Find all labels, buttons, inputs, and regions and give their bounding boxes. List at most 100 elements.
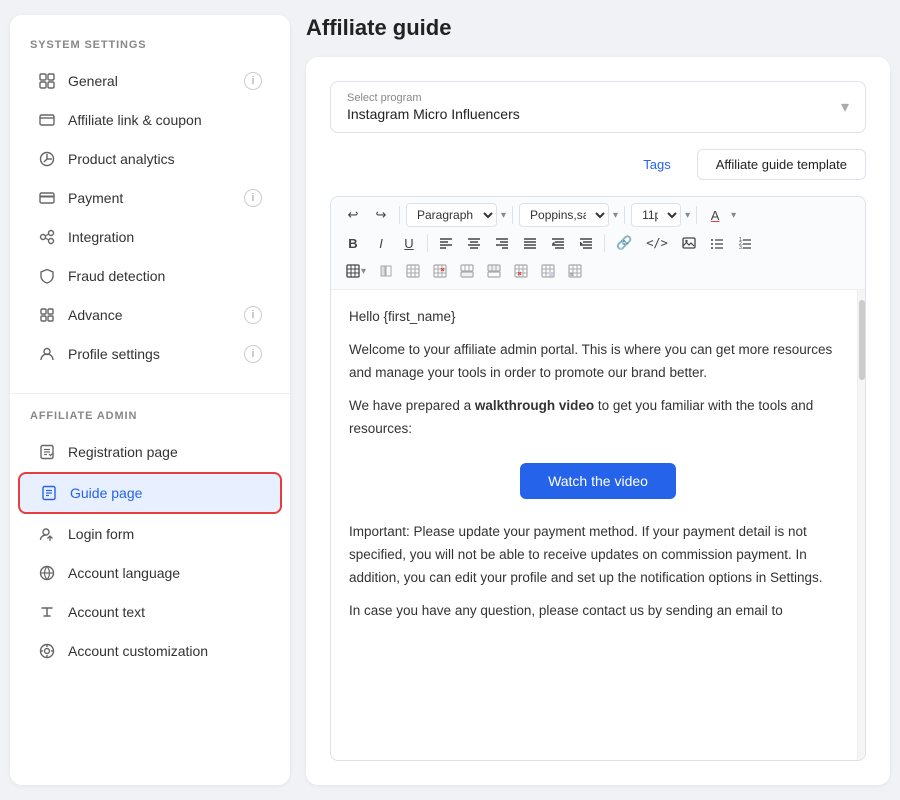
editor-scrollbar-thumb[interactable] <box>859 300 865 380</box>
paragraph-select[interactable]: Paragraph Heading 1 Heading 2 <box>406 203 497 227</box>
align-right-button[interactable] <box>490 231 514 255</box>
editor-para4: In case you have any question, please co… <box>349 600 847 623</box>
editor-container: ↩ ↪ Paragraph Heading 1 Heading 2 ▾ Popp… <box>330 196 866 761</box>
payment-icon <box>38 189 56 207</box>
font-select[interactable]: Poppins,san... Arial <box>519 203 609 227</box>
sidebar-label-payment: Payment <box>68 190 123 206</box>
sidebar-item-login-form[interactable]: Login form <box>18 515 282 553</box>
sidebar-item-integration[interactable]: Integration <box>18 218 282 256</box>
sidebar-item-profile-settings[interactable]: Profile settings i <box>18 335 282 373</box>
toolbar-row-2: B I U <box>341 231 855 255</box>
chevron-color-icon: ▾ <box>731 210 736 221</box>
table-action-4[interactable] <box>455 259 479 283</box>
bullet-list-button[interactable] <box>705 231 729 255</box>
chevron-size-icon: ▾ <box>685 210 690 221</box>
editor-para1: Welcome to your affiliate admin portal. … <box>349 339 847 385</box>
info-badge-profile-settings: i <box>244 345 262 363</box>
chevron-down-icon: ▾ <box>841 97 849 117</box>
editor-scroll-area: Hello {first_name} Welcome to your affil… <box>331 290 865 760</box>
table-action-8[interactable]: ≡ <box>563 259 587 283</box>
toolbar-row-3: ▾ <box>341 259 855 283</box>
advance-icon <box>38 306 56 324</box>
content-card: Select program Instagram Micro Influence… <box>306 57 890 785</box>
select-program[interactable]: Select program Instagram Micro Influence… <box>330 81 866 133</box>
sidebar-label-registration-page: Registration page <box>68 444 178 460</box>
sidebar-item-registration-page[interactable]: Registration page <box>18 433 282 471</box>
chevron-paragraph-icon: ▾ <box>501 210 506 221</box>
toolbar-row-1: ↩ ↪ Paragraph Heading 1 Heading 2 ▾ Popp… <box>341 203 855 227</box>
sidebar-item-payment[interactable]: Payment i <box>18 179 282 217</box>
shield-icon <box>38 267 56 285</box>
editor-scrollbar-track[interactable] <box>857 290 865 760</box>
app-container: SYSTEM SETTINGS General i Affiliate link… <box>10 15 890 785</box>
tab-tags[interactable]: Tags <box>625 150 688 179</box>
customization-icon <box>38 642 56 660</box>
sidebar-item-fraud-detection[interactable]: Fraud detection <box>18 257 282 295</box>
undo-button[interactable]: ↩ <box>341 203 365 227</box>
main-content: Affiliate guide Select program Instagram… <box>306 15 890 785</box>
sidebar-label-account-text: Account text <box>68 604 145 620</box>
table-action-7[interactable] <box>536 259 560 283</box>
table-button[interactable]: ▾ <box>341 259 371 283</box>
sidebar-item-account-text[interactable]: Account text <box>18 593 282 631</box>
sidebar-label-guide-page: Guide page <box>70 485 142 501</box>
font-color-button[interactable]: A <box>703 203 727 227</box>
table-action-1[interactable] <box>374 259 398 283</box>
editor-toolbar: ↩ ↪ Paragraph Heading 1 Heading 2 ▾ Popp… <box>331 197 865 290</box>
align-center-button[interactable] <box>462 231 486 255</box>
editor-para2: We have prepared a walkthrough video to … <box>349 395 847 441</box>
select-program-label: Select program <box>347 92 520 104</box>
table-action-2[interactable] <box>401 259 425 283</box>
indent-decrease-button[interactable] <box>546 231 570 255</box>
toolbar-divider-6 <box>604 234 605 252</box>
sidebar-item-guide-page[interactable]: Guide page <box>18 472 282 514</box>
integration-icon <box>38 228 56 246</box>
sidebar-item-advance[interactable]: Advance i <box>18 296 282 334</box>
editor-greeting: Hello {first_name} <box>349 306 847 329</box>
text-icon <box>38 603 56 621</box>
sidebar-item-affiliate-link[interactable]: Affiliate link & coupon <box>18 101 282 139</box>
toolbar-divider-2 <box>512 206 513 224</box>
sidebar-label-login-form: Login form <box>68 526 134 542</box>
analytics-icon <box>38 150 56 168</box>
sidebar-label-advance: Advance <box>68 307 122 323</box>
editor-para3: Important: Please update your payment me… <box>349 521 847 590</box>
sidebar-item-general[interactable]: General i <box>18 62 282 100</box>
sidebar-label-account-language: Account language <box>68 565 180 581</box>
image-button[interactable] <box>677 231 701 255</box>
table-action-6[interactable] <box>509 259 533 283</box>
indent-increase-button[interactable] <box>574 231 598 255</box>
sidebar-item-account-customization[interactable]: Account customization <box>18 632 282 670</box>
table-action-3[interactable] <box>428 259 452 283</box>
svg-text:≡: ≡ <box>570 272 573 278</box>
underline-button[interactable]: U <box>397 231 421 255</box>
redo-button[interactable]: ↪ <box>369 203 393 227</box>
align-left-button[interactable] <box>434 231 458 255</box>
code-button[interactable]: </> <box>641 231 673 255</box>
table-action-5[interactable] <box>482 259 506 283</box>
watch-video-button[interactable]: Watch the video <box>520 463 676 499</box>
editor-body[interactable]: Hello {first_name} Welcome to your affil… <box>331 290 865 760</box>
sidebar-label-account-customization: Account customization <box>68 643 208 659</box>
svg-text:3.: 3. <box>739 245 743 250</box>
numbered-list-button[interactable]: 1.2.3. <box>733 231 757 255</box>
select-program-value: Instagram Micro Influencers <box>347 106 520 122</box>
sidebar: SYSTEM SETTINGS General i Affiliate link… <box>10 15 290 785</box>
italic-button[interactable]: I <box>369 231 393 255</box>
sidebar-label-product-analytics: Product analytics <box>68 151 175 167</box>
tabs-row: Tags Affiliate guide template <box>330 149 866 180</box>
sidebar-item-product-analytics[interactable]: Product analytics <box>18 140 282 178</box>
tab-template[interactable]: Affiliate guide template <box>697 149 866 180</box>
info-badge-payment: i <box>244 189 262 207</box>
toolbar-divider-5 <box>427 234 428 252</box>
dashboard-icon <box>38 72 56 90</box>
sidebar-label-affiliate-link: Affiliate link & coupon <box>68 112 202 128</box>
login-icon <box>38 525 56 543</box>
bold-button[interactable]: B <box>341 231 365 255</box>
affiliate-admin-title: AFFILIATE ADMIN <box>10 393 290 432</box>
size-select[interactable]: 11pt 12pt 14pt <box>631 203 681 227</box>
sidebar-item-account-language[interactable]: Account language <box>18 554 282 592</box>
justify-button[interactable] <box>518 231 542 255</box>
link-button[interactable]: 🔗 <box>611 231 637 255</box>
sidebar-label-fraud-detection: Fraud detection <box>68 268 165 284</box>
